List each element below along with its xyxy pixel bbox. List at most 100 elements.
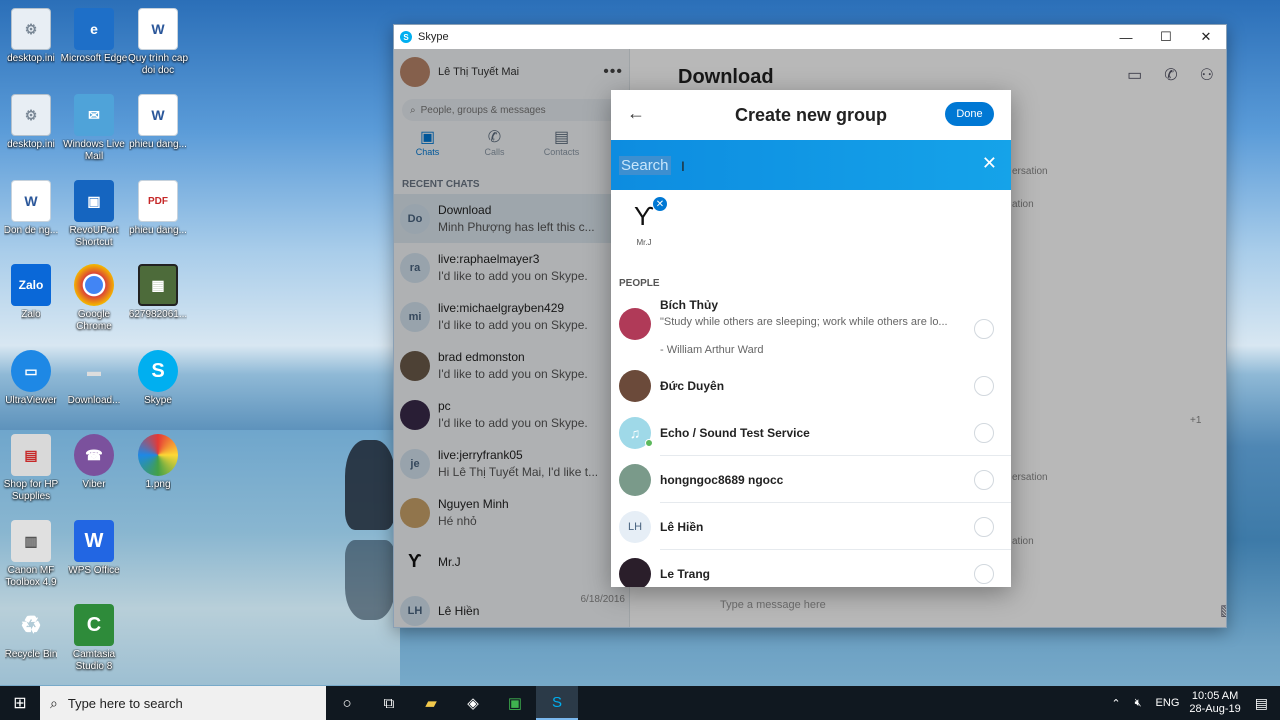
window-title: Skype — [418, 31, 449, 43]
pdf-icon: PDF — [138, 180, 178, 222]
wallpaper-runner — [345, 440, 395, 530]
desktop-icon-1-png[interactable]: ● 1.png — [123, 434, 193, 491]
desktop-icon-hp-supplies[interactable]: ▤ Shop for HP Supplies — [0, 434, 66, 503]
text-cursor-icon: I — [681, 158, 685, 174]
desktop-icon-chrome[interactable]: ◉ Google Chrome — [59, 264, 129, 333]
taskbar: ⊞ ⌕ Type here to search ○ ⧉ ▰ ◈ ▣ S ⌃ 🔇︎… — [0, 686, 1280, 720]
contact-mood-author: - William Arthur Ward — [660, 344, 764, 356]
app-icon[interactable]: ◈ — [452, 686, 494, 720]
desktop-icon-label: WPS Office — [68, 565, 120, 576]
desktop-icon-canon-toolbox[interactable]: ▥ Canon MF Toolbox 4.9 — [0, 520, 66, 589]
list-item[interactable]: Bích Thủy "Study while others are sleepi… — [611, 292, 1011, 362]
select-checkbox[interactable] — [974, 517, 994, 537]
select-checkbox[interactable] — [974, 376, 994, 396]
list-item[interactable]: LH Lê Hiền — [611, 503, 1011, 550]
desktop-icon-skype[interactable]: S Skype — [123, 350, 193, 407]
desktop-icon-revouport[interactable]: ▣ RevoUPort Shortcut — [59, 180, 129, 249]
clock-time: 10:05 AM — [1191, 690, 1239, 702]
desktop-icon-label: Recycle Bin — [4, 649, 58, 660]
cortana-icon[interactable]: ○ — [326, 686, 368, 720]
contact-name: Đức Duyên — [660, 378, 725, 393]
clock-date: 28-Aug-19 — [1189, 703, 1241, 715]
back-arrow-icon[interactable]: ← — [627, 103, 645, 124]
desktop-icon-camtasia[interactable]: C Camtasia Studio 8 — [59, 604, 129, 673]
select-checkbox[interactable] — [974, 423, 994, 443]
chevron-up-icon[interactable]: ⌃ — [1111, 697, 1120, 710]
desktop-icon-label: Microsoft Edge — [60, 53, 128, 64]
word-doc-icon: W — [138, 8, 178, 50]
zalo-icon: Zalo — [11, 264, 51, 306]
desktop-icon-phieu-dang-2[interactable]: PDF phieu dang... — [123, 180, 193, 237]
notification-icon[interactable]: ▤ — [1255, 695, 1268, 712]
skype-icon: S — [138, 350, 178, 392]
camtasia-icon[interactable]: ▣ — [494, 686, 536, 720]
desktop-icon-desktop-ini-2[interactable]: ⚙ desktop.ini — [0, 94, 66, 151]
desktop-icon-label: Camtasia Studio 8 — [72, 649, 116, 672]
select-checkbox[interactable] — [974, 319, 994, 339]
mail-icon: ✉ — [74, 94, 114, 136]
remove-selected-icon[interactable]: ✕ — [652, 196, 668, 212]
skype-icon[interactable]: S — [536, 686, 578, 720]
task-view-icon[interactable]: ⧉ — [368, 686, 410, 720]
language-indicator[interactable]: ENG — [1156, 697, 1180, 709]
volume-mute-icon[interactable]: 🔇︎ — [1135, 697, 1142, 710]
printer-icon: ▤ — [11, 434, 51, 476]
taskbar-search[interactable]: ⌕ Type here to search — [40, 686, 326, 720]
contact-name: Lê Hiền — [660, 519, 704, 534]
windows-start-icon[interactable]: ⊞ — [0, 686, 40, 720]
desktop-icon-viber[interactable]: ☎ Viber — [59, 434, 129, 491]
desktop-icon-image-file[interactable]: ▦ 627982061... — [123, 264, 193, 321]
list-item[interactable]: Le Trang — [611, 550, 1011, 587]
desktop-icon-label: RevoUPort Shortcut — [69, 225, 119, 248]
avatar — [619, 308, 651, 340]
clock[interactable]: 10:05 AM 28-Aug-19 — [1189, 690, 1240, 716]
desktop-icon-edge[interactable]: e Microsoft Edge — [59, 8, 129, 65]
desktop-icon-zalo[interactable]: Zalo Zalo — [0, 264, 66, 321]
desktop-icon-label: Don de ng... — [3, 225, 59, 236]
desktop-icon-ultraviewer[interactable]: ▭ UltraViewer — [0, 350, 66, 407]
list-item[interactable]: ♫ Echo / Sound Test Service — [611, 409, 1011, 456]
recycle-bin-icon: ♻ — [20, 611, 42, 639]
desktop-icon-quy-trinh[interactable]: W Quy trình cap doi doc — [123, 8, 193, 77]
desktop-icon-recycle-bin[interactable]: ♻ Recycle Bin — [0, 604, 66, 661]
list-item[interactable]: hongngoc8689 ngocc — [611, 456, 1011, 503]
done-button[interactable]: Done — [945, 102, 994, 126]
dialog-header: ← Create new group Done — [611, 90, 1011, 140]
taskbar-search-text: Type here to search — [67, 695, 183, 711]
minimize-button[interactable]: — — [1106, 25, 1146, 49]
contact-name: Bích Thủy — [660, 298, 719, 312]
select-checkbox[interactable] — [974, 564, 994, 584]
desktop-icon-label: Shop for HP Supplies — [3, 479, 59, 502]
desktop-icon-windows-live-mail[interactable]: ✉ Windows Live Mail — [59, 94, 129, 163]
desktop-icon-don-de-nghi[interactable]: W Don de ng... — [0, 180, 66, 237]
system-tray: ⌃ 🔇︎ ENG 10:05 AM 28-Aug-19 ▤ — [1111, 686, 1280, 720]
select-checkbox[interactable] — [974, 470, 994, 490]
word-doc-icon: W — [138, 94, 178, 136]
selected-contact-chip[interactable]: Ƴ ✕ Mr.J — [619, 196, 669, 247]
image-file-icon: ▦ — [138, 264, 178, 306]
clear-search-icon[interactable]: ✕ — [982, 153, 997, 174]
settings-file-icon: ⚙ — [11, 8, 51, 50]
desktop-icon-label: phieu dang... — [129, 225, 187, 236]
list-item[interactable]: Đức Duyên — [611, 362, 1011, 409]
desktop-icon-phieu-dang-1[interactable]: W phieu dang... — [123, 94, 193, 151]
settings-file-icon: ⚙ — [11, 94, 51, 136]
chrome-icon: ◉ — [74, 264, 114, 306]
window-titlebar[interactable]: S Skype — [394, 25, 1226, 49]
desktop-icon-desktop-ini-1[interactable]: ⚙ desktop.ini — [0, 8, 66, 65]
desktop-icon-label: Download... — [67, 395, 121, 406]
file-explorer-icon[interactable]: ▰ — [410, 686, 452, 720]
word-doc-icon: W — [11, 180, 51, 222]
search-bar: Search I ✕ — [611, 140, 1011, 190]
search-input[interactable]: Search — [619, 155, 671, 175]
scanner-icon: ▥ — [11, 520, 51, 562]
ultraviewer-icon: ▭ — [11, 350, 51, 392]
camtasia-icon: C — [74, 604, 114, 646]
desktop-icon-label: Quy trình cap doi doc — [127, 53, 189, 76]
people-list: Bích Thủy "Study while others are sleepi… — [611, 292, 1011, 587]
maximize-button[interactable]: ☐ — [1146, 25, 1186, 49]
desktop-icon-wps-office[interactable]: W WPS Office — [59, 520, 129, 577]
app-shortcut-icon: ▣ — [74, 180, 114, 222]
close-button[interactable]: ✕ — [1186, 25, 1226, 49]
desktop-icon-download[interactable]: ▬ Download... — [59, 350, 129, 407]
